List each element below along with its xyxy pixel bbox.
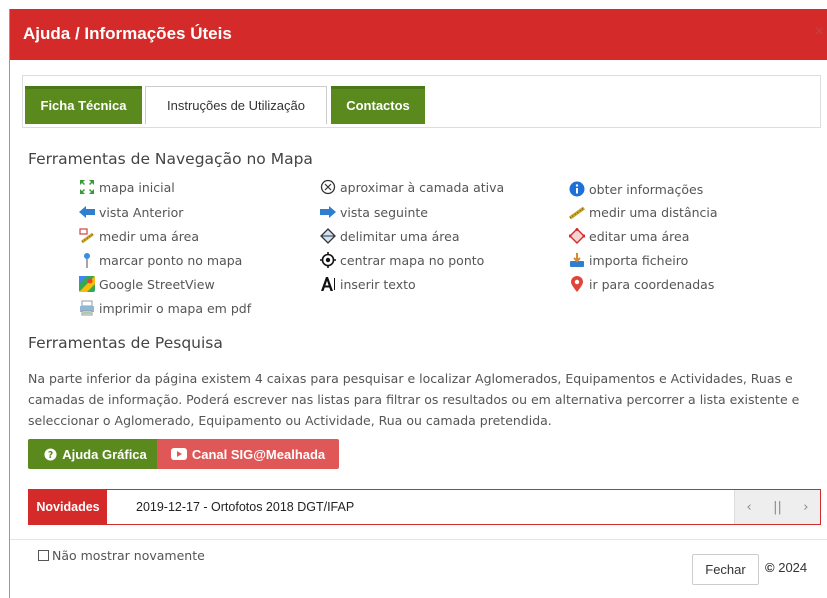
youtube-icon <box>170 448 187 460</box>
news-ticker: Novidades 2019-12-17 - Ortofotos 2018 DG… <box>28 489 821 525</box>
tool-centrar-mapa: centrar mapa no ponto <box>319 250 484 270</box>
tool-mapa-inicial: mapa inicial <box>78 177 175 197</box>
search-title: Ferramentas de Pesquisa <box>28 334 223 352</box>
close-icon[interactable]: × <box>815 23 824 41</box>
tool-label: medir uma área <box>99 228 199 244</box>
tool-vista-seguinte: vista seguinte <box>319 202 428 222</box>
location-marker-icon <box>568 275 586 293</box>
tool-aproximar-camada: aproximar à camada ativa <box>319 177 504 197</box>
help-modal: Ajuda / Informações Úteis × Ficha Técnic… <box>9 9 827 598</box>
arrow-left-icon <box>78 203 96 221</box>
dont-show-again-label: Não mostrar novamente <box>52 548 205 563</box>
news-controls: ‹ || › <box>734 490 820 524</box>
dont-show-again-checkbox[interactable]: Não mostrar novamente <box>38 548 205 563</box>
news-label: Novidades <box>29 490 107 524</box>
tool-medir-area: medir uma área <box>78 226 199 246</box>
tab-contactos[interactable]: Contactos <box>331 86 425 124</box>
tool-label: aproximar à camada ativa <box>340 179 505 195</box>
tool-label: vista seguinte <box>340 204 428 220</box>
news-next-button[interactable]: › <box>794 495 818 519</box>
tool-label: importa ficheiro <box>589 252 689 268</box>
news-item[interactable]: 2019-12-17 - Ortofotos 2018 DGT/IFAP <box>136 490 354 524</box>
info-icon <box>568 180 586 198</box>
tool-label: vista Anterior <box>99 204 184 220</box>
youtube-channel-button[interactable]: Canal SIG@Mealhada <box>157 439 339 469</box>
tool-imprimir: imprimir o mapa em pdf <box>78 298 251 318</box>
copyright: © 2024 <box>765 560 807 575</box>
youtube-channel-label: Canal SIG@Mealhada <box>191 446 326 462</box>
news-prev-button[interactable]: ‹ <box>737 495 761 519</box>
copyright-year: 2024 <box>778 560 808 575</box>
arrow-right-icon <box>319 203 337 221</box>
tool-label: Google StreetView <box>99 276 215 292</box>
tool-medir-distancia: medir uma distância <box>568 202 718 222</box>
news-pause-button[interactable]: || <box>765 495 789 519</box>
target-icon <box>319 251 337 269</box>
tool-label: delimitar uma área <box>340 228 460 244</box>
search-description: Na parte inferior da página existem 4 ca… <box>28 371 800 428</box>
tab-ficha-tecnica[interactable]: Ficha Técnica <box>25 86 142 124</box>
tool-label: editar uma área <box>589 228 690 244</box>
modal-header: Ajuda / Informações Úteis × <box>10 9 827 60</box>
tool-label: imprimir o mapa em pdf <box>99 300 252 316</box>
tool-importa-ficheiro: importa ficheiro <box>568 250 688 270</box>
tool-editar-area: editar uma área <box>568 226 689 246</box>
print-icon <box>78 299 96 317</box>
tool-inserir-texto: inserir texto <box>319 274 416 294</box>
draw-polygon-icon <box>319 227 337 245</box>
tool-label: medir uma distância <box>589 204 718 220</box>
help-graphic-button[interactable]: ? Ajuda Gráfica <box>28 439 163 469</box>
tab-bar: Ficha Técnica Instruções de Utilização C… <box>22 75 821 128</box>
footer-divider <box>10 539 827 540</box>
tool-delimitar-area: delimitar uma área <box>319 226 460 246</box>
tab-instrucoes[interactable]: Instruções de Utilização <box>145 86 327 124</box>
modal-title: Ajuda / Informações Úteis <box>23 24 232 43</box>
tool-label: marcar ponto no mapa <box>99 252 243 268</box>
text-icon <box>319 275 337 293</box>
fechar-button[interactable]: Fechar <box>692 554 759 585</box>
tool-label: obter informações <box>589 181 704 197</box>
measure-area-icon <box>78 227 96 245</box>
tool-vista-anterior: vista Anterior <box>78 202 183 222</box>
tool-label: inserir texto <box>340 276 416 292</box>
copyright-symbol: © <box>765 560 775 575</box>
tool-streetview: Google StreetView <box>78 274 215 294</box>
checkbox-box[interactable] <box>38 550 49 561</box>
ruler-icon <box>568 203 586 221</box>
tool-label: centrar mapa no ponto <box>340 252 485 268</box>
tool-ir-coordenadas: ir para coordenadas <box>568 274 714 294</box>
tool-label: ir para coordenadas <box>589 276 715 292</box>
import-icon <box>568 251 586 269</box>
pin-icon <box>78 251 96 269</box>
zoom-layer-icon <box>319 178 337 196</box>
navigation-title: Ferramentas de Navegação no Mapa <box>28 150 313 168</box>
tool-label: mapa inicial <box>99 179 175 195</box>
tool-obter-informacoes: obter informações <box>568 179 703 199</box>
tool-marcar-ponto: marcar ponto no mapa <box>78 250 242 270</box>
edit-polygon-icon <box>568 227 586 245</box>
svg-text:?: ? <box>48 449 53 460</box>
help-graphic-label: Ajuda Gráfica <box>62 446 147 462</box>
question-circle-icon: ? <box>44 447 57 461</box>
full-extent-icon <box>78 178 96 196</box>
streetview-icon <box>78 275 96 293</box>
